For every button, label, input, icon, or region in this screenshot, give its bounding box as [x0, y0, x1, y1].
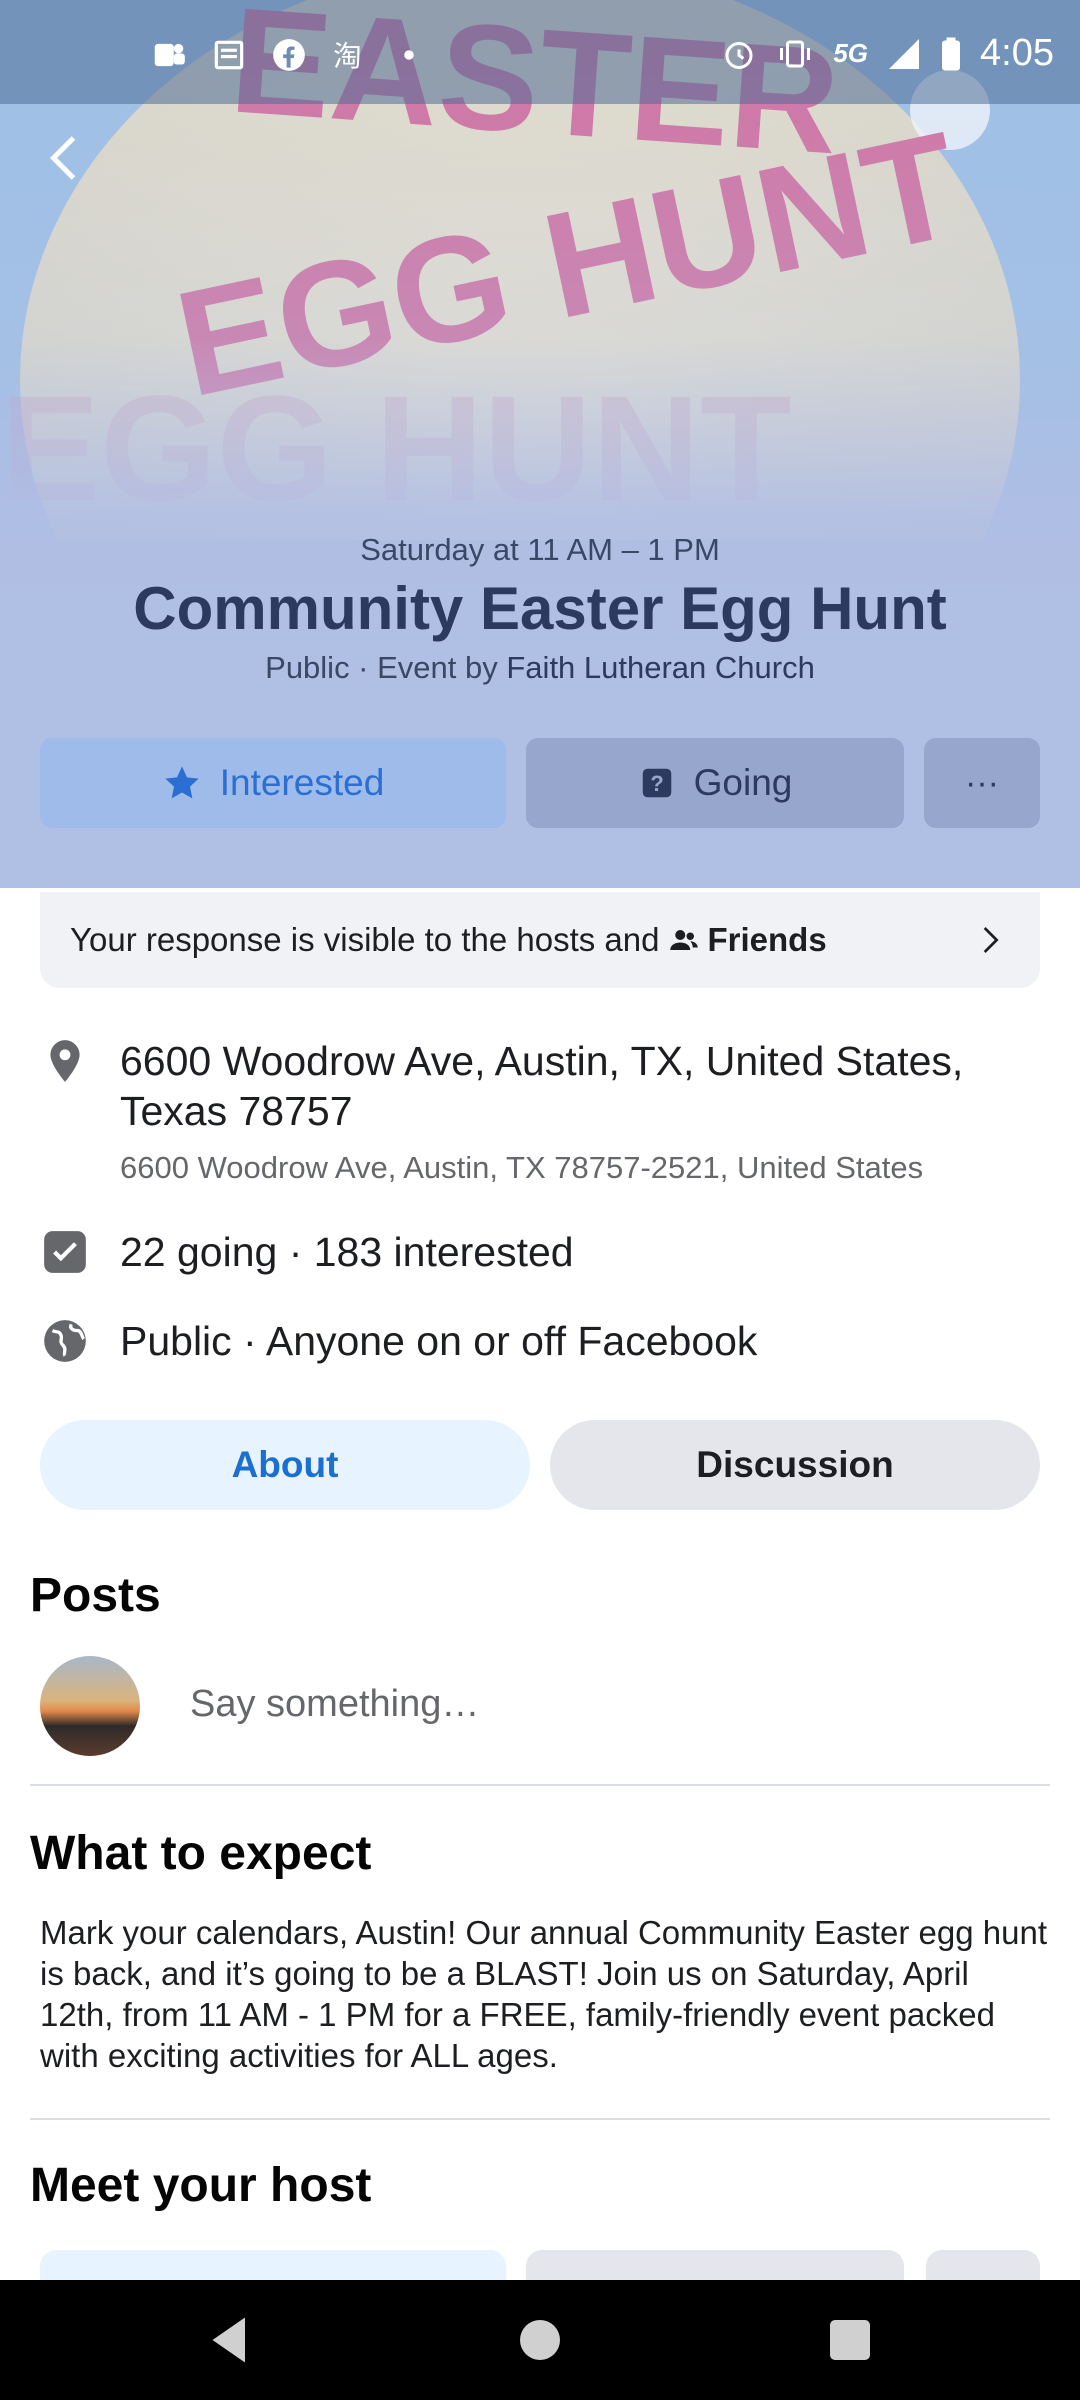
event-subtitle: Public · Event by Faith Lutheran Church	[0, 650, 1080, 686]
globe-icon	[44, 1320, 86, 1362]
more-options-button[interactable]: ···	[924, 738, 1040, 828]
event-tabs: About Discussion	[40, 1420, 1040, 1510]
meet-host-heading: Meet your host	[30, 2159, 372, 2212]
facebook-icon	[273, 39, 305, 71]
visibility-text: Public · Anyone on or off Facebook	[120, 1318, 758, 1364]
response-visibility-text: Your response is visible to the hosts an…	[70, 921, 660, 958]
alarm-icon	[725, 41, 753, 69]
event-date: Saturday at 11 AM – 1 PM	[360, 532, 720, 567]
location-row[interactable]: 6600 Woodrow Ave, Austin, TX, United Sta…	[40, 1036, 1050, 1186]
event-title: Community Easter Egg Hunt	[133, 575, 947, 642]
audience-friends: Friends	[669, 921, 827, 959]
nav-recents-icon[interactable]	[820, 2310, 880, 2370]
calendar-check-icon	[44, 1231, 86, 1273]
event-description: Mark your calendars, Austin! Our annual …	[40, 1914, 1047, 2074]
rsvp-buttons: Interested ? Going ···	[40, 738, 1040, 828]
news-icon	[214, 40, 244, 70]
taobao-icon: 淘	[333, 40, 362, 73]
going-label: Going	[693, 762, 793, 803]
event-host-link[interactable]: Faith Lutheran Church	[506, 650, 814, 685]
address-secondary: 6600 Woodrow Ave, Austin, TX 78757-2521,…	[120, 1150, 924, 1185]
nav-back-icon[interactable]	[200, 2310, 260, 2370]
network-type: 5G	[833, 38, 869, 68]
status-bar: 淘 5G 4:05	[0, 0, 1080, 104]
clock: 4:05	[980, 32, 1054, 74]
interested-button[interactable]: Interested	[40, 738, 506, 828]
system-nav-bar	[0, 2280, 1080, 2400]
posts-heading: Posts	[30, 1569, 161, 1622]
tab-about[interactable]: About	[40, 1420, 530, 1510]
svg-text:淘: 淘	[333, 40, 362, 73]
audience-label: Friends	[707, 921, 827, 958]
friends-icon	[670, 930, 699, 950]
signal-icon	[889, 38, 920, 69]
event-privacy: Public · Event by	[265, 650, 498, 685]
location-pin-icon	[50, 1040, 80, 1082]
battery-icon	[942, 37, 961, 70]
going-button[interactable]: ? Going	[526, 738, 904, 828]
vibrate-icon	[780, 40, 811, 67]
dot-icon	[404, 50, 414, 60]
address-main: 6600 Woodrow Ave, Austin, TX, United Sta…	[120, 1038, 964, 1134]
divider	[30, 1784, 1050, 1786]
attendance-row[interactable]: 22 going · 183 interested	[40, 1227, 1050, 1277]
compose-post-input[interactable]: Say something…	[190, 1683, 479, 1726]
chevron-right-icon	[983, 927, 999, 953]
question-calendar-icon: ?	[642, 768, 671, 798]
response-visibility-bar[interactable]: Your response is visible to the hosts an…	[40, 892, 1040, 988]
attendance-count: 22 going · 183 interested	[120, 1229, 574, 1275]
divider	[30, 2118, 1050, 2120]
star-icon	[165, 766, 199, 799]
teams-icon	[154, 43, 185, 67]
tab-discussion[interactable]: Discussion	[550, 1420, 1040, 1510]
svg-text:?: ?	[650, 771, 664, 796]
interested-label: Interested	[219, 762, 385, 803]
visibility-row: Public · Anyone on or off Facebook	[40, 1316, 1050, 1366]
back-arrow-icon[interactable]	[36, 128, 96, 188]
avatar	[40, 1656, 140, 1756]
what-to-expect-heading: What to expect	[30, 1827, 372, 1880]
nav-home-icon[interactable]	[510, 2310, 570, 2370]
more-label: ···	[965, 763, 999, 802]
